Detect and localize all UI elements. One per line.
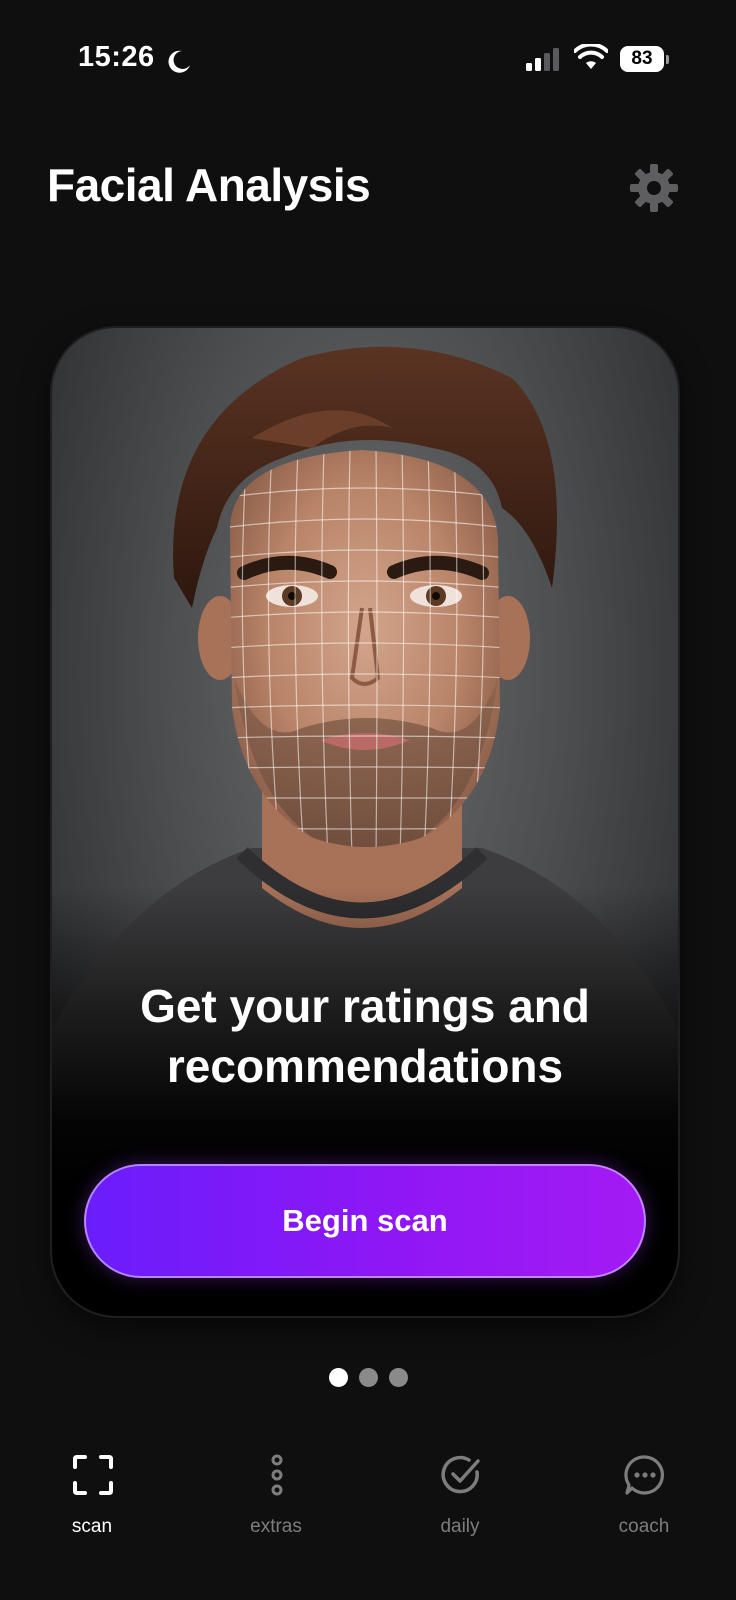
page-dot-3[interactable] <box>388 1368 408 1387</box>
signal-icon <box>526 48 559 71</box>
moon-icon <box>168 50 190 73</box>
nav-label-scan: scan <box>71 1516 113 1537</box>
status-bar: 15:26 83 <box>0 0 736 120</box>
page-dot-2[interactable] <box>358 1368 378 1387</box>
battery-icon: 83 <box>620 46 669 72</box>
bottom-nav: scan extras daily coach <box>0 1436 736 1556</box>
hero-card: Get your ratings and recommendations Beg… <box>52 328 678 1316</box>
begin-scan-button[interactable]: Begin scan <box>84 1164 646 1278</box>
gear-icon <box>630 164 678 212</box>
nav-item-extras[interactable]: extras <box>206 1436 346 1556</box>
battery-tip <box>666 55 669 64</box>
nav-label-coach: coach <box>618 1516 670 1537</box>
settings-button[interactable] <box>626 160 682 216</box>
headline-line-1: Get your ratings and <box>140 980 590 1032</box>
nav-item-daily[interactable]: daily <box>390 1436 530 1556</box>
battery-level: 83 <box>620 46 664 72</box>
status-time: 15:26 <box>78 41 155 73</box>
chat-bubble-icon <box>624 1455 665 1495</box>
vertical-dots-icon <box>271 1454 283 1496</box>
nav-item-coach[interactable]: coach <box>574 1436 714 1556</box>
wifi-icon <box>574 44 608 69</box>
card-headline: Get your ratings and recommendations <box>52 976 678 1096</box>
nav-label-daily: daily <box>440 1516 480 1537</box>
check-circle-icon <box>441 1455 480 1494</box>
pagination-dots <box>0 1368 736 1388</box>
nav-label-extras: extras <box>250 1516 302 1537</box>
page-dot-1[interactable] <box>328 1368 348 1387</box>
headline-line-2: recommendations <box>166 1040 564 1092</box>
nav-item-scan[interactable]: scan <box>22 1436 162 1556</box>
scan-frame-icon <box>73 1455 113 1495</box>
page-title: Facial Analysis <box>47 159 371 211</box>
